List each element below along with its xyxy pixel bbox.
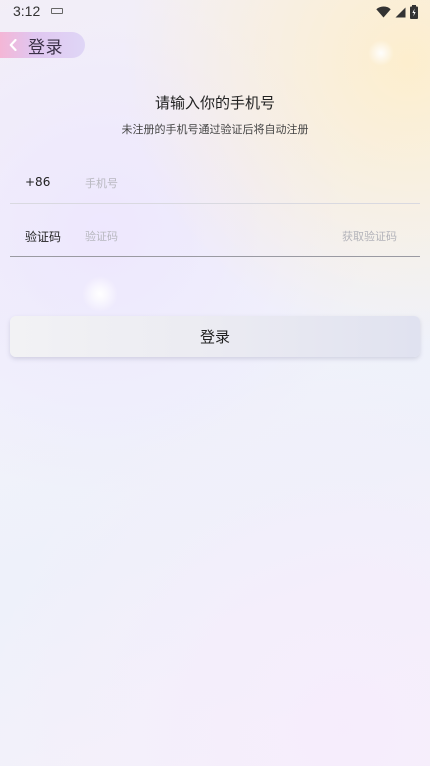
keyboard-icon [51,8,63,14]
code-label: 验证码 [25,230,62,244]
signal-icon [395,7,406,17]
page-subtitle: 未注册的手机号通过验证后将自动注册 [121,123,309,136]
back-label: 登录 [28,37,63,58]
page-title: 请输入你的手机号 [154,94,275,112]
code-input[interactable] [85,225,325,247]
status-icons [376,4,418,20]
login-button[interactable]: 登录 [10,316,420,357]
wifi-icon [376,6,391,18]
phone-row: +86 [10,163,420,204]
background-sparkle [368,40,394,66]
battery-icon [410,5,418,19]
phone-input[interactable] [85,172,325,194]
country-code-prefix[interactable]: +86 [25,175,50,189]
back-button[interactable]: 登录 [0,32,85,58]
background-sparkle [82,276,118,312]
chevron-left-icon [9,38,19,52]
get-code-button[interactable]: 获取验证码 [342,228,397,244]
status-time: 3:12 [13,3,41,19]
code-row: 验证码 获取验证码 [10,216,420,257]
status-bar: 3:12 [0,0,430,24]
